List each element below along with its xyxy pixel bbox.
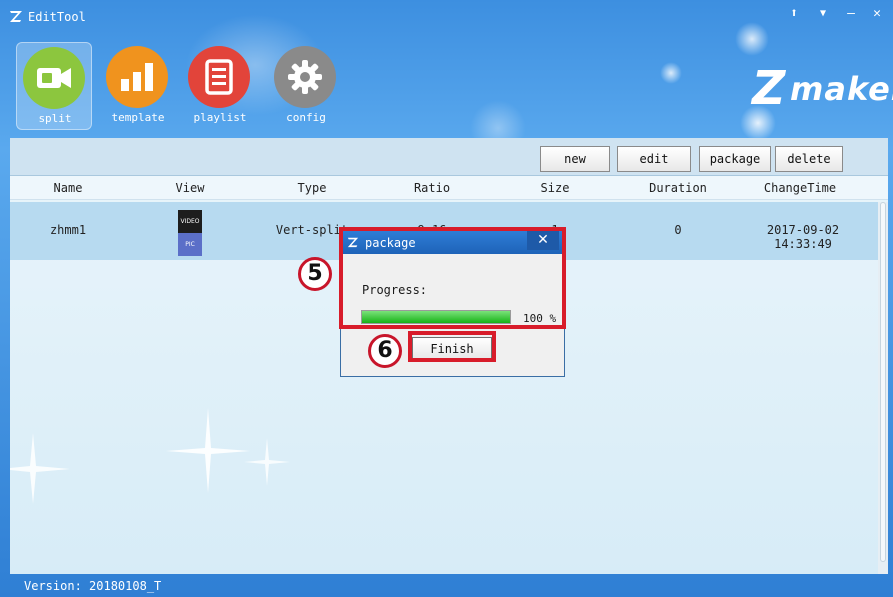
- version-text: Version: 20180108_T: [24, 579, 162, 593]
- close-button[interactable]: ✕: [866, 4, 888, 24]
- toolbar-config-label: config: [286, 111, 326, 124]
- gear-icon: [288, 60, 322, 94]
- toolbar-split-button[interactable]: split: [16, 42, 92, 130]
- toolbar-playlist-button[interactable]: playlist: [182, 42, 258, 130]
- progress-label: Progress:: [362, 283, 428, 297]
- window-title: EditTool: [28, 10, 86, 24]
- progress-percent: 100 %: [523, 312, 557, 325]
- delete-button[interactable]: delete: [775, 146, 843, 172]
- pin-icon[interactable]: ⬆: [783, 4, 805, 24]
- column-header-ratio[interactable]: Ratio: [404, 181, 460, 195]
- action-bar: new edit package delete: [10, 138, 888, 176]
- template-circle: [106, 46, 168, 108]
- column-header-size[interactable]: Size: [527, 181, 583, 195]
- dialog-title: package: [365, 236, 416, 250]
- logo-letter: Z: [752, 61, 787, 115]
- app-logo-icon: [347, 237, 359, 248]
- column-header-duration[interactable]: Duration: [638, 181, 718, 195]
- split-circle: [23, 47, 85, 109]
- thumbnail-pic: PIC: [178, 233, 202, 256]
- column-header-type[interactable]: Type: [284, 181, 340, 195]
- toolbar-config-button[interactable]: config: [268, 42, 344, 130]
- step-6-badge: 6: [368, 334, 402, 368]
- app-logo-icon: [10, 11, 22, 22]
- dialog-title-bar: package ✕: [341, 230, 564, 254]
- progress-fill: [362, 311, 510, 323]
- cell-name: zhmm1: [49, 223, 87, 237]
- background-glow: [660, 62, 682, 84]
- column-header-changetime[interactable]: ChangeTime: [750, 181, 850, 195]
- column-header-view[interactable]: View: [162, 181, 218, 195]
- bar-chart-icon: [121, 63, 153, 91]
- zmaker-logo: Z maker: [752, 61, 893, 116]
- sparkle-decoration: [166, 408, 290, 493]
- table-header: Name View Type Ratio Size Duration Chang…: [10, 176, 888, 200]
- scrollbar-thumb[interactable]: [880, 202, 886, 562]
- sparkle-decoration: [10, 433, 70, 504]
- thumbnail-video: VIDEO: [178, 210, 202, 233]
- edit-button[interactable]: edit: [617, 146, 691, 172]
- progress-bar: [361, 310, 511, 324]
- cell-duration: 0: [674, 223, 682, 237]
- toolbar-split-label: split: [38, 112, 72, 125]
- toolbar-playlist-label: playlist: [193, 111, 247, 124]
- logo-text: maker: [790, 70, 893, 108]
- document-list-icon: [205, 59, 233, 95]
- status-bar: Version: 20180108_T: [10, 574, 888, 597]
- cell-change-time: 2017-09-02 14:33:49: [766, 223, 840, 251]
- toolbar-template-label: template: [111, 111, 165, 124]
- toolbar-template-button[interactable]: template: [100, 42, 176, 130]
- column-header-name[interactable]: Name: [40, 181, 96, 195]
- dropdown-icon[interactable]: ▼: [812, 4, 834, 24]
- view-thumbnail: VIDEO PIC: [178, 210, 202, 256]
- config-circle: [274, 46, 336, 108]
- dialog-close-button[interactable]: ✕: [527, 230, 559, 250]
- minimize-button[interactable]: –: [840, 4, 862, 24]
- step-5-badge: 5: [298, 257, 332, 291]
- playlist-circle: [188, 46, 250, 108]
- new-button[interactable]: new: [540, 146, 610, 172]
- video-camera-icon: [37, 68, 71, 88]
- finish-button[interactable]: Finish: [412, 337, 492, 361]
- title-bar: EditTool ⬆ ▼ – ✕: [0, 0, 893, 32]
- package-button[interactable]: package: [699, 146, 771, 172]
